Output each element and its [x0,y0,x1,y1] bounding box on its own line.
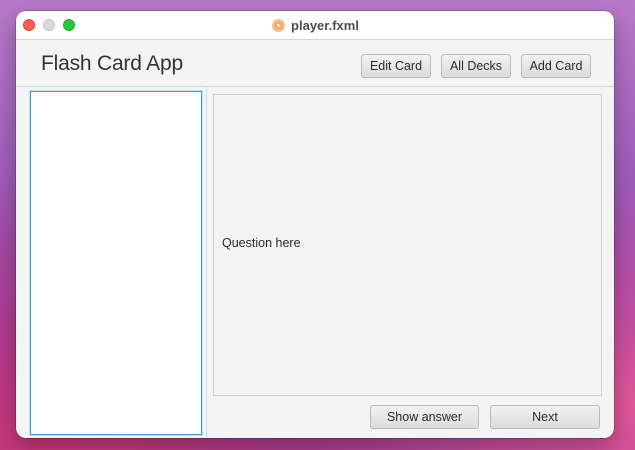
question-text: Question here [222,236,301,250]
next-button[interactable]: Next [490,405,600,429]
app-title: Flash Card App [41,52,183,75]
window-title-group: player.fxml [16,11,614,39]
add-card-button[interactable]: Add Card [521,54,591,78]
split-pane-divider[interactable] [206,87,207,438]
title-bar[interactable]: player.fxml [16,11,614,40]
header-divider [16,86,614,87]
edit-card-button[interactable]: Edit Card [361,54,431,78]
deck-list[interactable] [30,91,202,435]
flash-card-panel: Question here [213,94,602,396]
fxml-file-icon [271,18,286,32]
all-decks-button[interactable]: All Decks [441,54,511,78]
app-window: player.fxml Flash Card App Edit Card All… [16,11,614,438]
show-answer-button[interactable]: Show answer [370,405,479,429]
window-title: player.fxml [291,17,359,33]
